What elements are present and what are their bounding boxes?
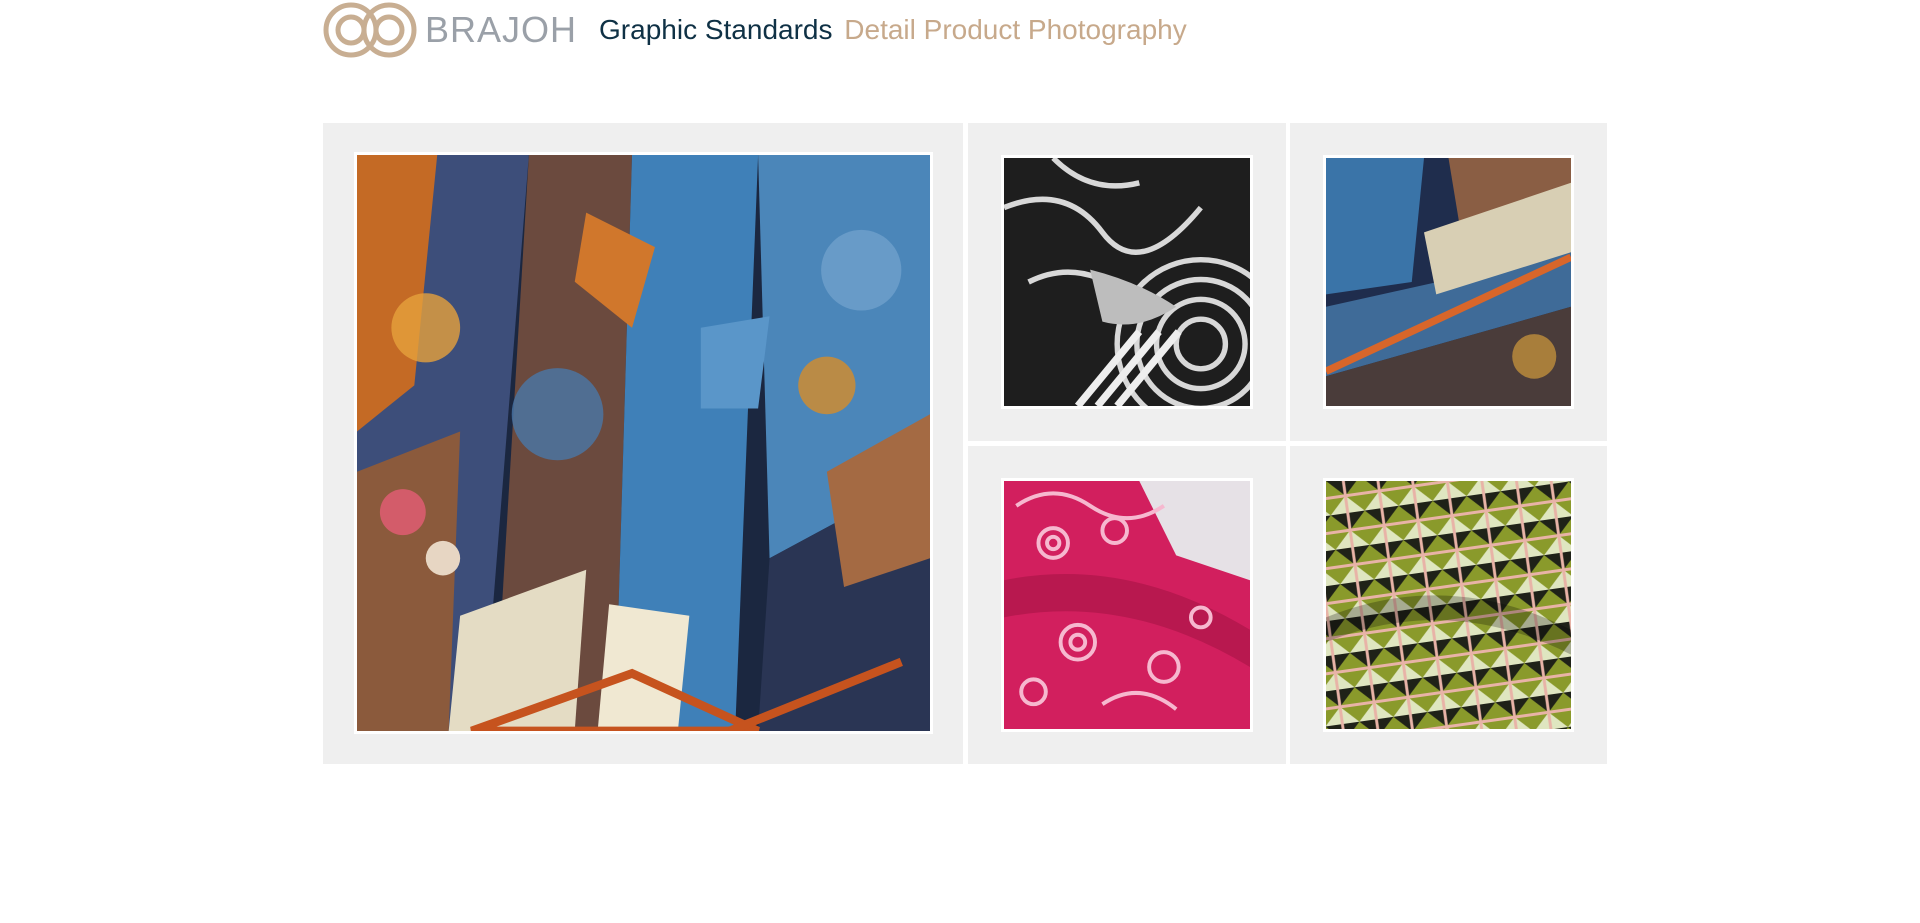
pink-swirl-scarf-image (1004, 481, 1250, 729)
black-white-scarf-image (1004, 158, 1250, 406)
brand-logo[interactable]: BRAJOH (321, 0, 577, 60)
product-photo-pink-swirl-scarf[interactable] (1001, 478, 1253, 732)
gallery-panel-3 (968, 446, 1286, 764)
product-photo-multicolor-scarf[interactable] (354, 152, 933, 734)
product-photo-olive-geometric-scarf[interactable] (1323, 478, 1574, 732)
gallery-panel-2 (1290, 123, 1607, 441)
gallery-panel-4 (1290, 446, 1607, 764)
page-title-primary: Graphic Standards (599, 14, 833, 45)
olive-geometric-scarf-image (1326, 481, 1571, 729)
gallery-panel-main (323, 123, 963, 764)
gallery-panel-1 (968, 123, 1286, 441)
photo-gallery (323, 123, 1607, 764)
page: BRAJOH Graphic Standards Detail Product … (0, 0, 1920, 923)
page-title: Graphic Standards Detail Product Photogr… (599, 0, 1187, 60)
logo-mark-icon (323, 2, 417, 58)
multicolor-scarf-image (357, 155, 930, 731)
page-title-secondary: Detail Product Photography (844, 14, 1187, 45)
product-photo-blue-beige-scarf[interactable] (1323, 155, 1574, 409)
product-photo-black-white-scarf[interactable] (1001, 155, 1253, 409)
logo-wordmark: BRAJOH (425, 9, 578, 50)
blue-beige-scarf-image (1326, 158, 1571, 406)
header: BRAJOH Graphic Standards Detail Product … (321, 0, 1187, 60)
